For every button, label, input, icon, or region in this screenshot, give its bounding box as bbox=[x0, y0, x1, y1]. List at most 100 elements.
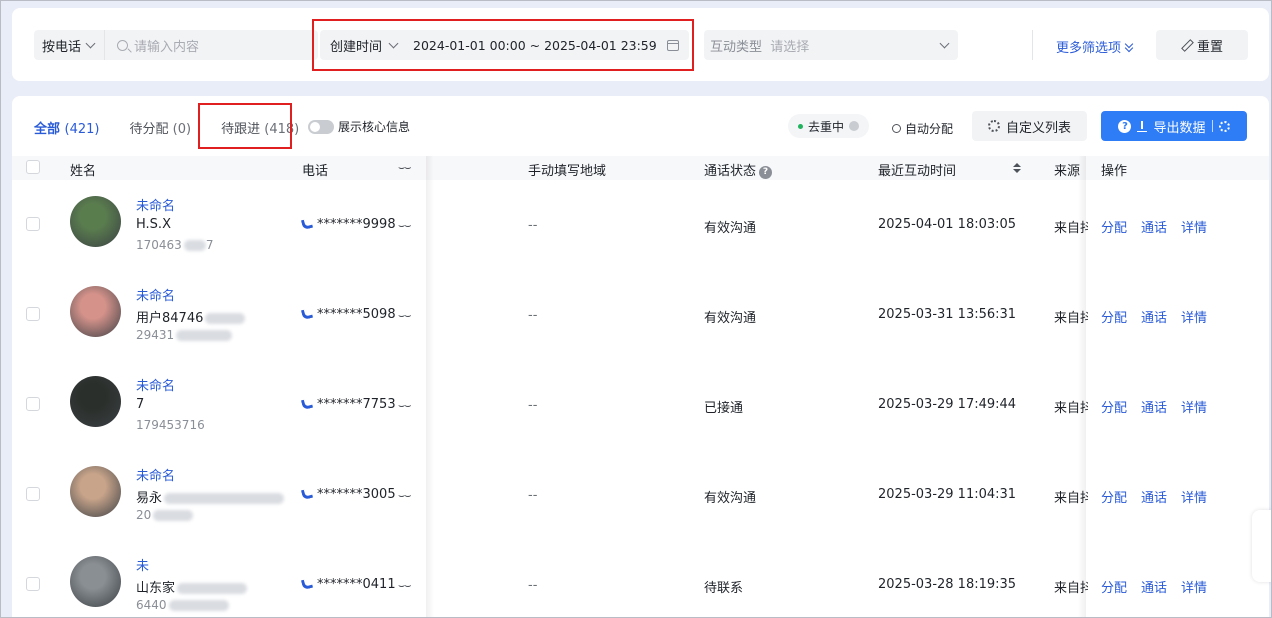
toggle-switch[interactable] bbox=[308, 119, 334, 134]
assign-link[interactable]: 分配 bbox=[1101, 311, 1127, 326]
eye-hide-icon[interactable]: ⌣⌣ bbox=[398, 161, 412, 175]
eye-hide-icon[interactable]: ⌣⌣ bbox=[398, 399, 412, 413]
lead-id: 170463 bbox=[136, 238, 182, 252]
select-all-checkbox[interactable] bbox=[26, 160, 40, 174]
interaction-type-placeholder: 请选择 bbox=[770, 39, 810, 55]
leads-list-panel: 全部 (421) 待分配 (0) 待跟进 (418) 展示核心信息 去重中 自动… bbox=[12, 96, 1269, 618]
lead-name-link[interactable]: 未命名 bbox=[136, 375, 175, 394]
redacted-text bbox=[177, 583, 248, 594]
assign-link[interactable]: 分配 bbox=[1101, 221, 1127, 236]
redacted-text bbox=[164, 493, 285, 504]
date-range-value[interactable]: 2024-01-01 00:00 ~ 2025-04-01 23:59 bbox=[407, 38, 667, 53]
more-filters-label: 更多筛选项 bbox=[1056, 41, 1122, 56]
region-value: -- bbox=[528, 578, 538, 593]
dedupe-status[interactable]: 去重中 bbox=[788, 114, 870, 138]
lead-name-link[interactable]: 未 bbox=[136, 555, 149, 574]
tab-all[interactable]: 全部 (421) bbox=[34, 118, 100, 137]
call-link[interactable]: 通话 bbox=[1141, 221, 1167, 236]
tab-pending-assign[interactable]: 待分配 (0) bbox=[130, 118, 192, 137]
lead-nickname: 山东家 bbox=[136, 581, 176, 596]
call-link[interactable]: 通话 bbox=[1141, 311, 1167, 326]
row-checkbox[interactable] bbox=[26, 397, 40, 411]
phone-icon[interactable] bbox=[300, 397, 314, 411]
date-field-label: 创建时间 bbox=[330, 39, 383, 55]
export-button[interactable]: ? 导出数据 bbox=[1101, 111, 1247, 141]
gear-icon bbox=[987, 120, 1000, 132]
auto-assign-button[interactable]: 自动分配 bbox=[892, 120, 953, 137]
search-input[interactable]: 请输入内容 bbox=[105, 36, 199, 55]
region-value: -- bbox=[528, 398, 538, 413]
avatar bbox=[70, 196, 121, 247]
phone-icon[interactable] bbox=[300, 487, 314, 501]
lead-id: 179453716 bbox=[136, 418, 205, 432]
detail-link[interactable]: 详情 bbox=[1181, 221, 1207, 236]
row-checkbox[interactable] bbox=[26, 577, 40, 591]
redacted-text bbox=[168, 600, 229, 611]
core-info-toggle[interactable]: 展示核心信息 bbox=[308, 118, 410, 135]
avatar bbox=[70, 466, 121, 517]
call-link[interactable]: 通话 bbox=[1141, 401, 1167, 416]
phone-icon[interactable] bbox=[300, 577, 314, 591]
call-link[interactable]: 通话 bbox=[1141, 581, 1167, 596]
lead-name-link[interactable]: 未命名 bbox=[136, 195, 175, 214]
reset-button[interactable]: 重置 bbox=[1156, 30, 1248, 60]
dedupe-label: 去重中 bbox=[808, 119, 845, 134]
divider bbox=[1211, 120, 1213, 132]
col-source: 来源 bbox=[1054, 164, 1081, 179]
lead-id: 20 bbox=[136, 508, 152, 522]
row-checkbox[interactable] bbox=[26, 217, 40, 231]
clock-icon bbox=[892, 124, 901, 133]
last-interaction-value: 2025-03-29 17:49:44 bbox=[878, 397, 1017, 412]
avatar bbox=[70, 286, 121, 337]
search-icon bbox=[117, 39, 129, 51]
redacted-text bbox=[153, 510, 194, 521]
last-interaction-value: 2025-03-31 13:56:31 bbox=[878, 307, 1017, 322]
row-checkbox[interactable] bbox=[26, 487, 40, 501]
col-actions: 操作 bbox=[1101, 164, 1128, 179]
frozen-column-shadow bbox=[426, 156, 434, 618]
search-type-select[interactable]: 按电话 bbox=[34, 30, 106, 60]
lead-nickname: 用户84746 bbox=[136, 311, 204, 326]
detail-link[interactable]: 详情 bbox=[1181, 401, 1207, 416]
calendar-icon[interactable] bbox=[667, 39, 679, 51]
call-status-value: 已接通 bbox=[704, 401, 744, 416]
lead-nickname: 易永 bbox=[136, 491, 163, 506]
call-link[interactable]: 通话 bbox=[1141, 491, 1167, 506]
export-settings-icon[interactable] bbox=[1218, 120, 1230, 132]
date-range-picker[interactable]: 创建时间 2024-01-01 00:00 ~ 2025-04-01 23:59 bbox=[320, 30, 689, 60]
custom-list-button[interactable]: 自定义列表 bbox=[972, 111, 1087, 141]
masked-phone: *******3005 bbox=[317, 487, 396, 502]
row-checkbox[interactable] bbox=[26, 307, 40, 321]
eye-hide-icon[interactable]: ⌣⌣ bbox=[398, 579, 412, 593]
phone-icon[interactable] bbox=[300, 217, 314, 231]
col-name: 姓名 bbox=[70, 164, 97, 179]
lead-name-link[interactable]: 未命名 bbox=[136, 285, 175, 304]
search-placeholder: 请输入内容 bbox=[134, 39, 200, 55]
custom-list-label: 自定义列表 bbox=[1005, 120, 1071, 136]
help-icon[interactable]: ? bbox=[759, 166, 773, 179]
help-icon[interactable]: ? bbox=[1118, 119, 1132, 133]
assign-link[interactable]: 分配 bbox=[1101, 401, 1127, 416]
detail-link[interactable]: 详情 bbox=[1181, 581, 1207, 596]
masked-phone: *******9998 bbox=[317, 217, 396, 232]
avatar bbox=[70, 376, 121, 427]
export-label: 导出数据 bbox=[1153, 120, 1206, 136]
more-filters-link[interactable]: 更多筛选项 bbox=[1056, 37, 1133, 56]
edit-icon bbox=[1181, 40, 1192, 51]
double-chevron-down-icon bbox=[1125, 42, 1133, 52]
chevron-down-icon bbox=[85, 38, 96, 48]
interaction-type-select[interactable]: 互动类型 请选择 bbox=[704, 30, 958, 60]
sort-icon[interactable] bbox=[1013, 163, 1021, 173]
eye-hide-icon[interactable]: ⌣⌣ bbox=[398, 219, 412, 233]
tab-pending-followup[interactable]: 待跟进 (418) bbox=[221, 118, 299, 137]
assign-link[interactable]: 分配 bbox=[1101, 581, 1127, 596]
assign-link[interactable]: 分配 bbox=[1101, 491, 1127, 506]
lead-name-link[interactable]: 未命名 bbox=[136, 465, 175, 484]
detail-link[interactable]: 详情 bbox=[1181, 311, 1207, 326]
phone-icon[interactable] bbox=[300, 307, 314, 321]
eye-hide-icon[interactable]: ⌣⌣ bbox=[398, 489, 412, 503]
eye-hide-icon[interactable]: ⌣⌣ bbox=[398, 309, 412, 323]
detail-link[interactable]: 详情 bbox=[1181, 491, 1207, 506]
date-field-select[interactable]: 创建时间 bbox=[320, 30, 407, 60]
floating-side-panel[interactable] bbox=[1252, 510, 1272, 582]
